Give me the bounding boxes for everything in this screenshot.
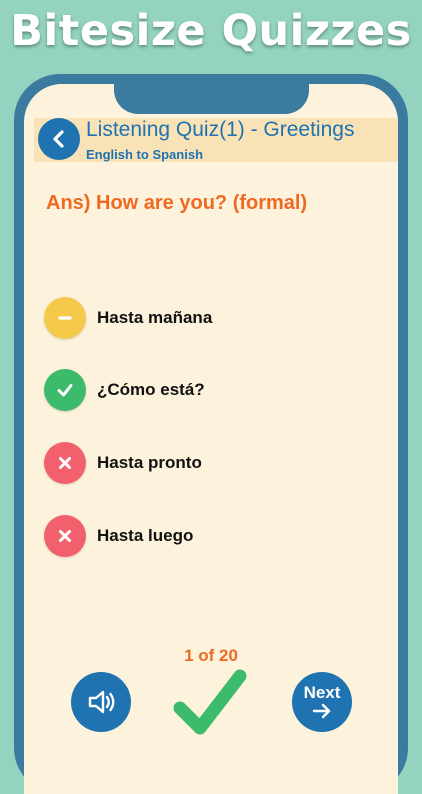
close-icon — [44, 515, 86, 557]
close-icon — [44, 442, 86, 484]
play-audio-button[interactable] — [71, 672, 131, 732]
phone-notch — [114, 84, 309, 114]
arrow-right-icon — [312, 703, 331, 719]
back-button[interactable] — [38, 118, 80, 160]
option-label: ¿Cómo está? — [97, 380, 205, 399]
check-icon — [173, 669, 247, 735]
next-button[interactable]: Next — [292, 672, 352, 732]
question-counter: 1 of 20 — [184, 646, 238, 665]
option-hasta-luego[interactable]: Hasta luego — [44, 514, 193, 558]
option-como-esta[interactable]: ¿Cómo está? — [44, 368, 205, 412]
next-label: Next — [303, 683, 341, 702]
app-banner-title: Bitesize Quizzes — [10, 6, 412, 56]
answer-prompt: Ans) How are you? (formal) — [46, 192, 308, 214]
option-label: Hasta luego — [97, 526, 194, 545]
minus-icon — [44, 297, 86, 339]
option-hasta-manana[interactable]: Hasta mañana — [44, 296, 212, 340]
speaker-icon — [88, 690, 115, 714]
chevron-left-icon — [53, 130, 64, 148]
quiz-subtitle: English to Spanish — [86, 147, 204, 162]
option-hasta-pronto[interactable]: Hasta pronto — [44, 441, 202, 485]
check-icon — [44, 369, 86, 411]
phone-screen: Listening Quiz(1) - Greetings English to… — [24, 84, 398, 794]
option-label: Hasta mañana — [97, 308, 213, 327]
quiz-title: Listening Quiz(1) - Greetings — [86, 118, 355, 141]
option-label: Hasta pronto — [97, 453, 202, 472]
phone-frame: Listening Quiz(1) - Greetings English to… — [14, 74, 408, 794]
